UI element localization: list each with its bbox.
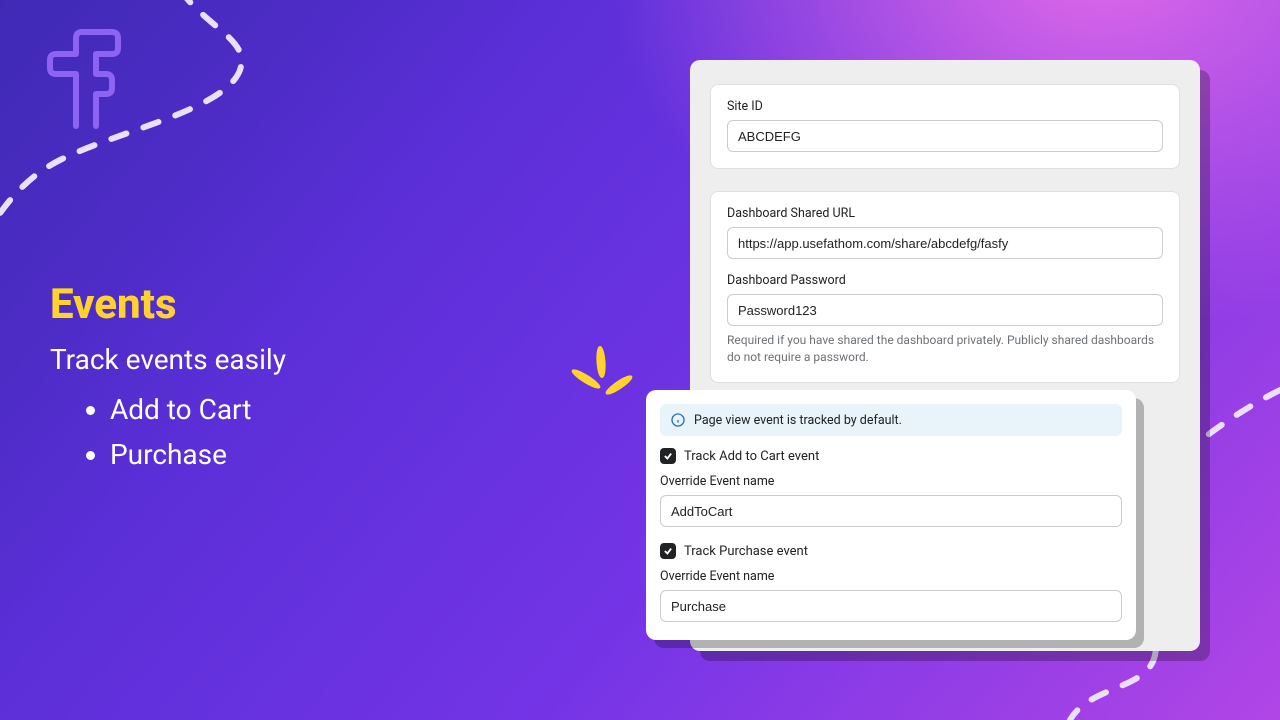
burst-icon [562, 340, 642, 420]
promo-title: Events [50, 280, 286, 329]
track-atc-label: Track Add to Cart event [684, 449, 819, 464]
password-help-text: Required if you have shared the dashboar… [727, 332, 1163, 366]
track-purchase-label: Track Purchase event [684, 544, 808, 559]
logo-icon [46, 26, 126, 136]
track-purchase-checkbox[interactable] [660, 543, 676, 559]
site-id-label: Site ID [727, 99, 1163, 114]
promo-list-item: Purchase [110, 433, 286, 478]
shared-url-input[interactable] [727, 227, 1163, 259]
info-banner: Page view event is tracked by default. [660, 404, 1122, 436]
promo-subtitle: Track events easily [50, 343, 286, 376]
atc-override-input[interactable] [660, 495, 1122, 527]
info-icon [670, 412, 686, 428]
info-text: Page view event is tracked by default. [694, 413, 902, 428]
events-card: Page view event is tracked by default. T… [646, 390, 1136, 640]
purchase-override-label: Override Event name [660, 569, 1122, 584]
atc-override-label: Override Event name [660, 474, 1122, 489]
password-label: Dashboard Password [727, 273, 1163, 288]
promo-list: Add to Cart Purchase [110, 388, 286, 478]
password-input[interactable] [727, 294, 1163, 326]
promo-block: Events Track events easily Add to Cart P… [50, 280, 286, 478]
site-id-panel: Site ID [710, 84, 1180, 169]
dashboard-panel: Dashboard Shared URL Dashboard Password … [710, 191, 1180, 383]
site-id-input[interactable] [727, 120, 1163, 152]
purchase-override-input[interactable] [660, 590, 1122, 622]
track-atc-checkbox[interactable] [660, 448, 676, 464]
shared-url-label: Dashboard Shared URL [727, 206, 1163, 221]
promo-list-item: Add to Cart [110, 388, 286, 433]
